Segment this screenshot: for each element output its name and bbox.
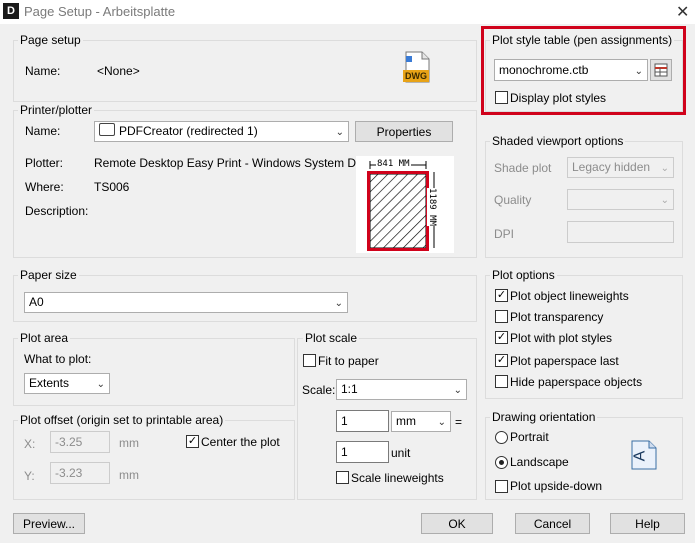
window-title: Page Setup - Arbeitsplatte [24,4,176,19]
preview-width-label: 841 MM [376,159,411,169]
what-to-plot-label: What to plot: [24,352,92,366]
paper-size-value: A0 [29,295,44,309]
page-setup-name-label: Name: [25,64,61,78]
plot-object-lineweights-label: Plot object lineweights [510,289,629,303]
orientation-legend: Drawing orientation [490,410,598,424]
chevron-down-icon: ⌄ [437,417,446,428]
chevron-down-icon: ⌄ [660,163,669,174]
printer-name-select[interactable]: PDFCreator (redirected 1) ⌄ [94,121,349,142]
plot-options-legend: Plot options [490,268,557,282]
plot-upside-down-checkbox[interactable] [495,480,508,493]
plot-object-lineweights-checkbox[interactable]: ✓ [495,289,508,302]
help-button[interactable]: Help [610,513,685,534]
cancel-button[interactable]: Cancel [515,513,590,534]
portrait-radio[interactable] [495,431,508,444]
where-label: Where: [25,180,64,194]
dwg-badge-text: DWG [405,71,427,81]
plot-paperspace-last-checkbox[interactable]: ✓ [495,354,508,367]
scale-label: Scale: [302,383,336,397]
landscape-label: Landscape [510,455,569,469]
page-setup-legend: Page setup [18,33,83,47]
quality-select[interactable]: ⌄ [567,189,674,210]
printer-icon [99,123,115,136]
scale-equals: = [455,415,463,429]
dpi-input[interactable] [567,221,674,243]
preview-button[interactable]: Preview... [13,513,85,534]
scale-unit2-label: unit [391,446,411,460]
paper-preview: 841 MM 1189 MM [356,156,454,253]
scale-lineweights-label: Scale lineweights [351,471,444,485]
check-icon: ✓ [496,289,507,301]
hide-paperspace-objects-checkbox[interactable] [495,375,508,388]
plot-area-legend: Plot area [18,331,71,345]
scale-value2-input[interactable]: 1 [336,441,389,463]
dpi-label: DPI [494,227,515,241]
chevron-down-icon: ⌄ [96,379,105,390]
app-icon: D [3,3,19,19]
plotter-value: Remote Desktop Easy Print - Windows Syst… [94,156,378,170]
printer-legend: Printer/plotter [18,103,95,117]
where-value: TS006 [94,180,130,194]
plot-paperspace-last-label: Plot paperspace last [510,354,619,368]
offset-x-input[interactable]: -3.25 [50,431,110,453]
check-icon: ✓ [496,331,507,343]
plot-with-plot-styles-label: Plot with plot styles [510,331,613,345]
offset-x-unit: mm [119,436,139,450]
description-label: Description: [25,204,89,218]
portrait-label: Portrait [510,430,549,444]
what-to-plot-value: Extents [29,376,70,390]
chevron-down-icon: ⌄ [453,385,462,396]
quality-label: Quality [494,193,532,207]
page-setup-name-value: <None> [97,64,140,78]
offset-y-input[interactable]: -3.23 [50,462,110,484]
chevron-down-icon: ⌄ [335,127,344,138]
preview-height-label: 1189 MM [426,188,437,226]
chevron-down-icon: ⌄ [660,195,669,206]
chevron-down-icon: ⌄ [334,298,343,309]
plot-transparency-label: Plot transparency [510,310,604,324]
shaded-legend: Shaded viewport options [490,134,626,148]
plot-offset-legend: Plot offset (origin set to printable are… [18,413,226,427]
offset-y-label: Y: [24,469,35,483]
scale-value: 1:1 [341,382,358,396]
shade-plot-label: Shade plot [494,161,552,175]
scale-value1-input[interactable]: 1 [336,410,389,432]
plot-scale-legend: Plot scale [303,331,360,345]
check-icon: ✓ [496,354,507,366]
offset-x-label: X: [24,437,36,451]
landscape-page-icon: A [631,440,657,470]
shade-plot-select[interactable]: Legacy hidden ⌄ [567,157,674,178]
what-to-plot-select[interactable]: Extents ⌄ [24,373,110,394]
hide-paperspace-objects-label: Hide paperspace objects [510,375,643,389]
check-icon: ✓ [187,435,198,447]
highlight-box [481,26,686,115]
title-bar: D Page Setup - Arbeitsplatte ✕ [0,0,695,24]
orientation-letter: A [631,450,649,462]
fit-to-paper-checkbox[interactable] [303,354,316,367]
plot-upside-down-label: Plot upside-down [510,479,603,493]
plot-transparency-checkbox[interactable] [495,310,508,323]
scale-select[interactable]: 1:1 ⌄ [336,379,467,400]
paper-size-select[interactable]: A0 ⌄ [24,292,348,313]
close-icon[interactable]: ✕ [676,2,689,22]
shade-plot-value: Legacy hidden [572,160,651,174]
scale-unit-select[interactable]: mm ⌄ [391,411,451,432]
plot-area-group [13,338,295,406]
paper-size-legend: Paper size [18,268,79,282]
scale-lineweights-checkbox[interactable] [336,471,349,484]
ok-button[interactable]: OK [421,513,493,534]
properties-button[interactable]: Properties [355,121,453,142]
plotter-label: Plotter: [25,156,64,170]
offset-y-unit: mm [119,468,139,482]
center-plot-label: Center the plot [201,435,280,449]
printer-name-value: PDFCreator (redirected 1) [119,124,258,138]
fit-to-paper-label: Fit to paper [318,354,379,368]
scale-unit-value: mm [396,414,416,428]
dwg-icon: DWG [402,50,432,84]
landscape-radio[interactable] [495,456,508,469]
printer-name-label: Name: [25,124,61,138]
plot-with-plot-styles-checkbox[interactable]: ✓ [495,331,508,344]
center-plot-checkbox[interactable]: ✓ [186,435,199,448]
